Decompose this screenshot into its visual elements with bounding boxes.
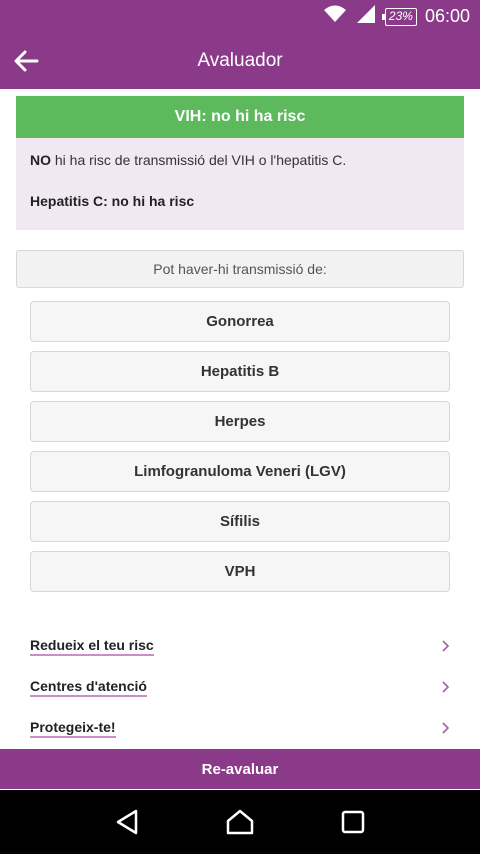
back-button[interactable] — [8, 43, 44, 79]
triangle-back-icon — [116, 809, 137, 835]
signal-icon — [355, 4, 377, 29]
link-label: Redueix el teu risc — [30, 637, 154, 656]
infection-button-lgv[interactable]: Limfogranuloma Veneri (LGV) — [30, 451, 450, 492]
result-header: VIH: no hi ha risc — [16, 96, 464, 138]
chevron-right-icon — [442, 721, 450, 737]
status-bar: 23% 06:00 — [0, 0, 480, 33]
chevron-right-icon — [442, 639, 450, 655]
home-icon — [226, 809, 254, 835]
system-nav-bar — [0, 790, 480, 854]
wifi-icon — [323, 4, 347, 29]
infection-button-herpes[interactable]: Herpes — [30, 401, 450, 442]
infection-button-hepatitis-b[interactable]: Hepatitis B — [30, 351, 450, 392]
app-bar: Avaluador — [0, 33, 480, 89]
link-reduce-risk[interactable]: Redueix el teu risc — [30, 626, 450, 667]
square-recents-icon — [342, 810, 365, 834]
clock: 06:00 — [424, 6, 470, 26]
links-list: Redueix el teu risc Centres d'atenció Pr… — [30, 626, 450, 749]
infection-list: Gonorrea Hepatitis B Herpes Limfogranulo… — [30, 301, 450, 601]
infection-button-sifilis[interactable]: Sífilis — [30, 501, 450, 542]
link-label: Centres d'atenció — [30, 678, 147, 697]
infection-button-vph[interactable]: VPH — [30, 551, 450, 592]
battery-icon: 23% — [381, 7, 417, 26]
nav-home-button[interactable] — [220, 802, 260, 842]
nav-recents-button[interactable] — [333, 802, 373, 842]
result-hiv-text: NO hi ha risc de transmissió del VIH o l… — [30, 152, 450, 168]
result-card: VIH: no hi ha risc NO hi ha risc de tran… — [16, 96, 464, 230]
link-protect-yourself[interactable]: Protegeix-te! — [30, 708, 450, 749]
result-hepatitis-c: Hepatitis C: no hi ha risc — [30, 193, 195, 209]
link-label: Protegeix-te! — [30, 719, 116, 738]
chevron-right-icon — [442, 680, 450, 696]
page-title: Avaluador — [197, 50, 283, 71]
link-care-centers[interactable]: Centres d'atenció — [30, 667, 450, 708]
result-body: NO hi ha risc de transmissió del VIH o l… — [16, 138, 464, 230]
reevaluate-button[interactable]: Re-avaluar — [0, 749, 480, 789]
infection-button-gonorrea[interactable]: Gonorrea — [30, 301, 450, 342]
arrow-left-icon — [14, 50, 39, 72]
status-icons: 23% 06:00 — [323, 0, 470, 33]
result-hiv-detail: hi ha risc de transmissió del VIH o l'he… — [51, 152, 347, 168]
nav-back-button[interactable] — [107, 802, 147, 842]
possible-transmission-header: Pot haver-hi transmissió de: — [16, 250, 464, 288]
result-no-label: NO — [30, 152, 51, 168]
